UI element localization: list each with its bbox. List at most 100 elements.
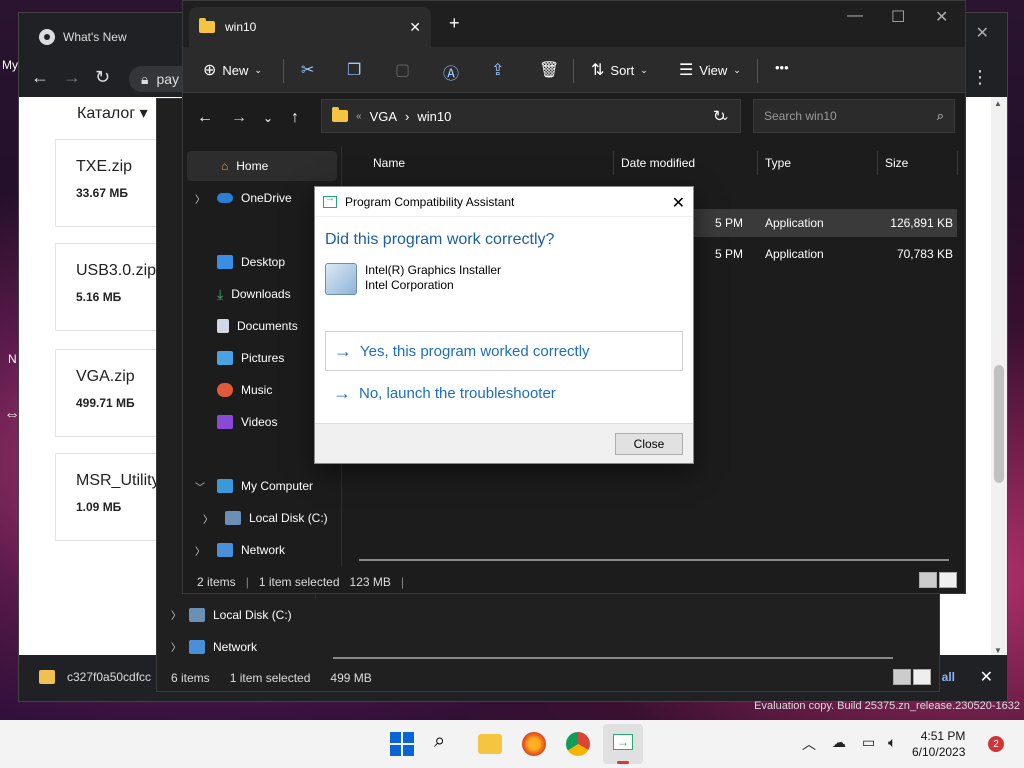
file-size: 5.16 МБ: [76, 290, 122, 304]
tab-close-icon[interactable]: ✕: [409, 19, 421, 36]
column-divider[interactable]: [757, 151, 758, 175]
start-button-windows-icon[interactable]: [390, 732, 414, 756]
command-bar: ⊕ New ⌄ ✂ ❐ ▢ Ⓐ ⇪ 🗑︎ ⇅ Sort ⌄ ☰ View ⌄ •…: [183, 47, 965, 93]
file-card[interactable]: MSR_Utility 1.09 МБ: [55, 453, 165, 541]
column-name[interactable]: Name: [373, 156, 405, 170]
download-item[interactable]: c327f0a50cdfcc: [39, 670, 151, 684]
nav-item-network[interactable]: 〉 Network: [171, 639, 257, 654]
recent-chevron-icon[interactable]: ⌄: [263, 111, 273, 125]
music-icon: [217, 383, 233, 397]
chrome-tab-whats-new[interactable]: What's New: [29, 23, 189, 51]
file-card[interactable]: VGA.zip 499.71 МБ: [55, 349, 165, 437]
column-date-modified[interactable]: Date modified: [621, 156, 695, 170]
column-headers: Name Date modified Type Size: [341, 147, 965, 179]
explorer-tab-win10[interactable]: win10 ✕: [189, 7, 431, 47]
maximize-icon[interactable]: ☐: [891, 7, 905, 27]
tiles-view-icon[interactable]: [913, 669, 931, 685]
expand-chevron-icon[interactable]: 〉: [195, 191, 205, 206]
nav-item-local-disk[interactable]: 〉 Local Disk (C:): [183, 503, 339, 533]
scroll-up-icon[interactable]: ▲: [994, 99, 1002, 108]
reload-icon[interactable]: ↻: [95, 67, 110, 88]
forward-arrow-icon[interactable]: →: [231, 109, 247, 127]
column-divider[interactable]: [957, 151, 958, 175]
file-card[interactable]: USB3.0.zip 5.16 МБ: [55, 243, 165, 331]
display-icon[interactable]: ▭: [862, 734, 875, 751]
collapse-chevron-icon[interactable]: ﹀: [195, 479, 205, 494]
tiles-view-icon[interactable]: [939, 572, 957, 588]
details-view-icon[interactable]: [893, 669, 911, 685]
computer-icon: [217, 479, 233, 493]
details-view-icon[interactable]: [919, 572, 937, 588]
column-size[interactable]: Size: [885, 156, 908, 170]
search-input[interactable]: Search win10 ⌕: [753, 99, 955, 133]
search-icon: ⌕: [936, 108, 944, 123]
close-icon[interactable]: ✕: [935, 7, 948, 27]
minimize-icon[interactable]: —: [847, 7, 863, 25]
page-scrollbar[interactable]: ▲ ▼: [991, 97, 1007, 657]
dialog-close-icon[interactable]: ✕: [672, 193, 685, 213]
notification-badge[interactable]: 2: [988, 736, 1004, 752]
compatibility-dialog: Program Compatibility Assistant ✕ Did th…: [314, 186, 694, 464]
address-bar[interactable]: « VGA › win10 ⌄: [321, 99, 741, 133]
firefox-icon[interactable]: [522, 732, 546, 756]
column-type[interactable]: Type: [765, 156, 791, 170]
new-tab-icon[interactable]: +: [449, 13, 460, 34]
back-arrow-icon[interactable]: ←: [31, 67, 49, 88]
desktop-icon: [217, 255, 233, 269]
show-hidden-icons-chevron-icon[interactable]: ︿: [802, 734, 816, 754]
show-all-link[interactable]: all: [942, 670, 955, 684]
option-launch-troubleshooter[interactable]: → No, launch the troubleshooter: [325, 373, 683, 413]
nav-item-my-computer[interactable]: ﹀ My Computer: [183, 471, 339, 501]
scroll-thumb[interactable]: [994, 365, 1004, 483]
clipboard-icon: ▢: [395, 62, 411, 79]
cell-type: Application: [765, 216, 824, 230]
nav-item-home[interactable]: ⌂ Home: [187, 151, 337, 181]
chrome-menu-icon[interactable]: ⋮: [971, 67, 989, 88]
back-arrow-icon[interactable]: ←: [197, 109, 213, 127]
status-separator: |: [400, 575, 405, 589]
option-worked-correctly[interactable]: → Yes, this program worked correctly: [325, 331, 683, 371]
expand-chevron-icon[interactable]: 〉: [203, 511, 213, 526]
compatibility-assistant-taskbar-button[interactable]: →: [603, 724, 643, 764]
document-icon: [217, 319, 229, 333]
catalog-dropdown[interactable]: Каталог ▾: [77, 103, 148, 123]
breadcrumb-vga[interactable]: VGA: [370, 109, 397, 124]
file-size: 499.71 МБ: [76, 396, 135, 410]
new-button[interactable]: ⊕ New ⌄: [203, 60, 262, 80]
file-card[interactable]: TXE.zip 33.67 МБ: [55, 139, 165, 227]
cut-button[interactable]: ✂: [301, 60, 314, 80]
network-icon: [217, 543, 233, 557]
share-button[interactable]: ⇪: [491, 60, 504, 80]
horizontal-scrollbar[interactable]: [333, 657, 893, 659]
nav-item-local-disk[interactable]: 〉 Local Disk (C:): [171, 607, 292, 622]
omnibox[interactable]: 🔒︎ pay: [129, 66, 189, 92]
up-arrow-icon[interactable]: ↑: [291, 109, 299, 127]
nav-item-network[interactable]: 〉 Network: [183, 535, 339, 565]
close-button[interactable]: Close: [615, 433, 683, 455]
no-network-icon[interactable]: ☁︎: [832, 734, 846, 751]
expand-chevron-icon[interactable]: 〉: [195, 543, 205, 558]
column-divider[interactable]: [613, 151, 614, 175]
more-options-button[interactable]: •••: [775, 60, 789, 75]
scroll-down-icon[interactable]: ▼: [994, 646, 1002, 655]
taskbar: ⌕ → ︿ ☁︎ ▭ 🔈︎ 4:51 PM 6/10/2023 2: [0, 720, 1024, 768]
search-icon[interactable]: ⌕: [434, 730, 458, 754]
rename-button[interactable]: Ⓐ: [443, 60, 459, 84]
chrome-icon[interactable]: [566, 732, 590, 756]
forward-arrow-icon[interactable]: →: [63, 67, 81, 88]
clock[interactable]: 4:51 PM 6/10/2023: [912, 728, 965, 760]
column-divider[interactable]: [877, 151, 878, 175]
download-bar-close-icon[interactable]: ✕: [980, 667, 993, 687]
sort-button[interactable]: ⇅ Sort ⌄: [591, 60, 648, 80]
copy-button[interactable]: ❐: [347, 60, 361, 80]
refresh-icon[interactable]: ↻: [713, 107, 726, 125]
view-button[interactable]: ☰ View ⌄: [679, 60, 741, 80]
volume-icon[interactable]: 🔈︎: [888, 734, 896, 751]
overflow-icon[interactable]: «: [356, 111, 362, 122]
paste-button[interactable]: ▢: [395, 60, 410, 80]
breadcrumb-win10[interactable]: win10: [417, 109, 451, 124]
horizontal-scrollbar[interactable]: [359, 559, 949, 561]
file-explorer-icon[interactable]: [478, 734, 502, 754]
delete-button[interactable]: 🗑︎: [539, 60, 559, 80]
chrome-close-icon[interactable]: ✕: [976, 23, 989, 43]
